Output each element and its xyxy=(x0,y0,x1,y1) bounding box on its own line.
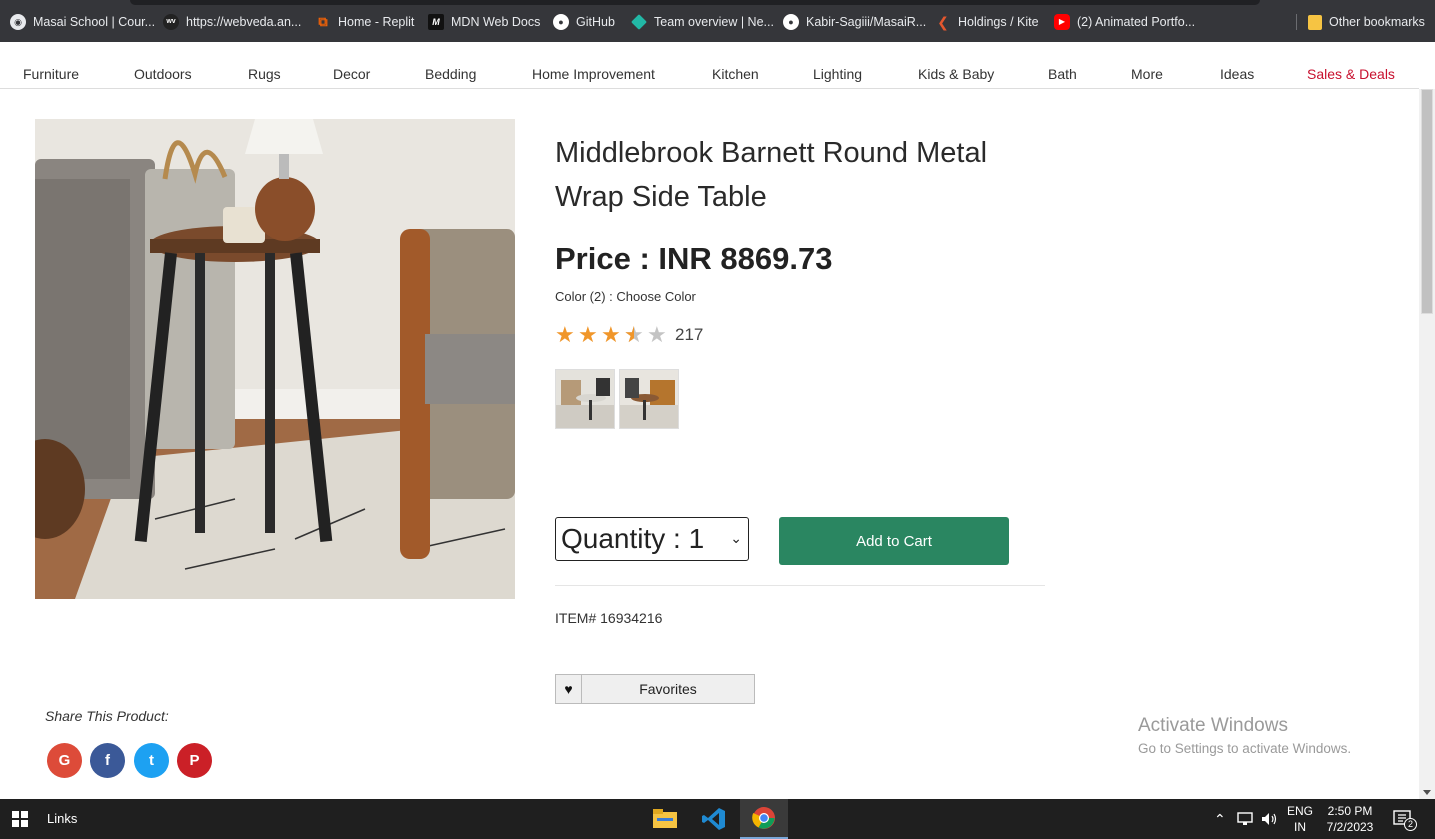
review-count[interactable]: 217 xyxy=(675,325,703,345)
nav-sales-deals[interactable]: Sales & Deals xyxy=(1307,66,1395,82)
network-icon[interactable] xyxy=(1237,799,1255,839)
nav-kitchen[interactable]: Kitchen xyxy=(712,66,759,82)
netlify-icon xyxy=(631,14,647,30)
bookmark-masai-repo[interactable]: ● Kabir-Sagiii/MasaiR... xyxy=(783,13,926,31)
replit-icon: ⧉ xyxy=(318,14,328,29)
color-selector-label[interactable]: Color (2) : Choose Color xyxy=(555,289,696,304)
pinterest-share-icon[interactable]: P xyxy=(177,743,212,778)
bookmark-label: (2) Animated Portfo... xyxy=(1077,15,1196,29)
taskbar-clock[interactable]: 2:50 PM 7/2/2023 xyxy=(1320,803,1380,835)
bookmark-github[interactable]: ● GitHub xyxy=(553,13,615,31)
nav-home-improvement[interactable]: Home Improvement xyxy=(532,66,655,82)
bookmark-kite[interactable]: ❮ Holdings / Kite xyxy=(935,13,1039,31)
product-price: Price : INR 8869.73 xyxy=(555,241,833,276)
windows-start-icon[interactable] xyxy=(12,811,28,827)
webveda-icon: wv xyxy=(163,14,179,30)
bookmark-label: https://webveda.an... xyxy=(186,15,302,29)
nav-rugs[interactable]: Rugs xyxy=(248,66,281,82)
scrollbar-thumb[interactable] xyxy=(1421,89,1433,314)
scroll-down-arrow-icon[interactable] xyxy=(1423,790,1431,795)
bookmark-label: Kabir-Sagiii/MasaiR... xyxy=(806,15,927,29)
taskbar-links-toolbar[interactable]: Links xyxy=(47,811,77,826)
nav-bath[interactable]: Bath xyxy=(1048,66,1077,82)
nav-kids-baby[interactable]: Kids & Baby xyxy=(918,66,994,82)
star-full-icon: ★ xyxy=(601,322,621,347)
add-to-cart-button[interactable]: Add to Cart xyxy=(779,517,1009,565)
star-full-icon: ★ xyxy=(578,322,598,347)
bookmark-label: GitHub xyxy=(576,15,615,29)
other-bookmarks-label: Other bookmarks xyxy=(1329,15,1425,29)
activate-windows-watermark: Activate Windows Go to Settings to activ… xyxy=(1138,715,1351,756)
category-nav: Furniture Outdoors Rugs Decor Bedding Ho… xyxy=(0,42,1419,89)
region-code: IN xyxy=(1294,820,1306,834)
share-title: Share This Product: xyxy=(45,708,169,724)
bookmark-label: Masai School | Cour... xyxy=(33,15,156,29)
vscode-icon[interactable] xyxy=(690,799,738,839)
bookmark-youtube[interactable]: ▶ (2) Animated Portfo... xyxy=(1054,13,1195,31)
nav-lighting[interactable]: Lighting xyxy=(813,66,862,82)
windows-taskbar: Links ⌃ ENG IN 2:50 PM 7/2/2023 2 xyxy=(0,799,1435,839)
color-swatches xyxy=(555,369,679,429)
bookmark-webveda[interactable]: wv https://webveda.an... xyxy=(163,13,301,31)
bookmark-label: MDN Web Docs xyxy=(451,15,541,29)
folder-icon xyxy=(1308,14,1322,30)
bookmark-label: Holdings / Kite xyxy=(958,15,1039,29)
globe-icon: ◉ xyxy=(10,14,26,30)
page-scrollbar[interactable] xyxy=(1419,89,1435,799)
chrome-icon[interactable] xyxy=(740,799,788,839)
bookmark-label: Home - Replit xyxy=(338,15,415,29)
language-code: ENG xyxy=(1286,804,1313,818)
nav-bedding[interactable]: Bedding xyxy=(425,66,476,82)
github-icon: ● xyxy=(553,14,569,30)
github-icon: ● xyxy=(783,14,799,30)
rating-stars[interactable]: ★ ★ ★ ★ ★ 217 xyxy=(555,322,703,347)
bookmark-netlify[interactable]: Team overview | Ne... xyxy=(631,13,774,31)
bookmarks-bar: ◉ Masai School | Cour... wv https://webv… xyxy=(0,0,1435,42)
input-language-indicator[interactable]: ENG IN xyxy=(1285,803,1315,835)
facebook-share-icon[interactable]: f xyxy=(90,743,125,778)
star-empty-icon: ★ xyxy=(647,322,667,347)
bookmark-masai[interactable]: ◉ Masai School | Cour... xyxy=(10,13,155,31)
nav-outdoors[interactable]: Outdoors xyxy=(134,66,192,82)
color-swatch-1[interactable] xyxy=(555,369,615,429)
watermark-title: Activate Windows xyxy=(1138,715,1288,736)
heart-icon: ♥ xyxy=(556,675,582,703)
kite-icon: ❮ xyxy=(937,14,949,30)
favorites-label: Favorites xyxy=(639,681,697,697)
notifications-icon[interactable]: 2 xyxy=(1393,799,1417,839)
star-full-icon: ★ xyxy=(555,322,575,347)
favorites-button[interactable]: ♥ Favorites xyxy=(555,674,755,704)
section-divider xyxy=(555,585,1045,586)
watermark-subtitle: Go to Settings to activate Windows. xyxy=(1138,741,1352,756)
bookmark-label: Team overview | Ne... xyxy=(654,15,774,29)
product-title: Middlebrook Barnett Round Metal Wrap Sid… xyxy=(555,137,988,213)
nav-more[interactable]: More xyxy=(1131,66,1163,82)
star-half-icon: ★ xyxy=(624,324,644,347)
notification-count-badge: 2 xyxy=(1404,818,1417,831)
clock-time: 2:50 PM xyxy=(1327,804,1373,818)
nav-furniture[interactable]: Furniture xyxy=(23,66,79,82)
other-bookmarks[interactable]: Other bookmarks xyxy=(1308,13,1425,31)
bookmark-replit[interactable]: ⧉ Home - Replit xyxy=(315,13,414,31)
chevron-down-icon: ⌄ xyxy=(730,530,742,546)
youtube-icon: ▶ xyxy=(1054,14,1070,30)
tab-strip-edge xyxy=(130,0,1260,5)
item-number: ITEM# 16934216 xyxy=(555,610,663,626)
color-swatch-2[interactable] xyxy=(619,369,679,429)
quantity-value: Quantity : 1 xyxy=(561,523,705,554)
nav-ideas[interactable]: Ideas xyxy=(1220,66,1254,82)
product-main-image xyxy=(35,119,515,599)
bookmark-separator xyxy=(1296,14,1297,30)
clock-date: 7/2/2023 xyxy=(1326,820,1374,834)
twitter-share-icon[interactable]: t xyxy=(134,743,169,778)
mdn-icon: M xyxy=(428,14,444,30)
file-explorer-icon[interactable] xyxy=(641,799,689,839)
volume-icon[interactable] xyxy=(1261,799,1279,839)
show-hidden-icons-chevron-icon[interactable]: ⌃ xyxy=(1214,799,1226,839)
quantity-select[interactable]: Quantity : 1 ⌄ xyxy=(555,517,749,561)
bookmark-mdn[interactable]: M MDN Web Docs xyxy=(428,13,540,31)
google-share-icon[interactable]: G xyxy=(47,743,82,778)
nav-decor[interactable]: Decor xyxy=(333,66,370,82)
